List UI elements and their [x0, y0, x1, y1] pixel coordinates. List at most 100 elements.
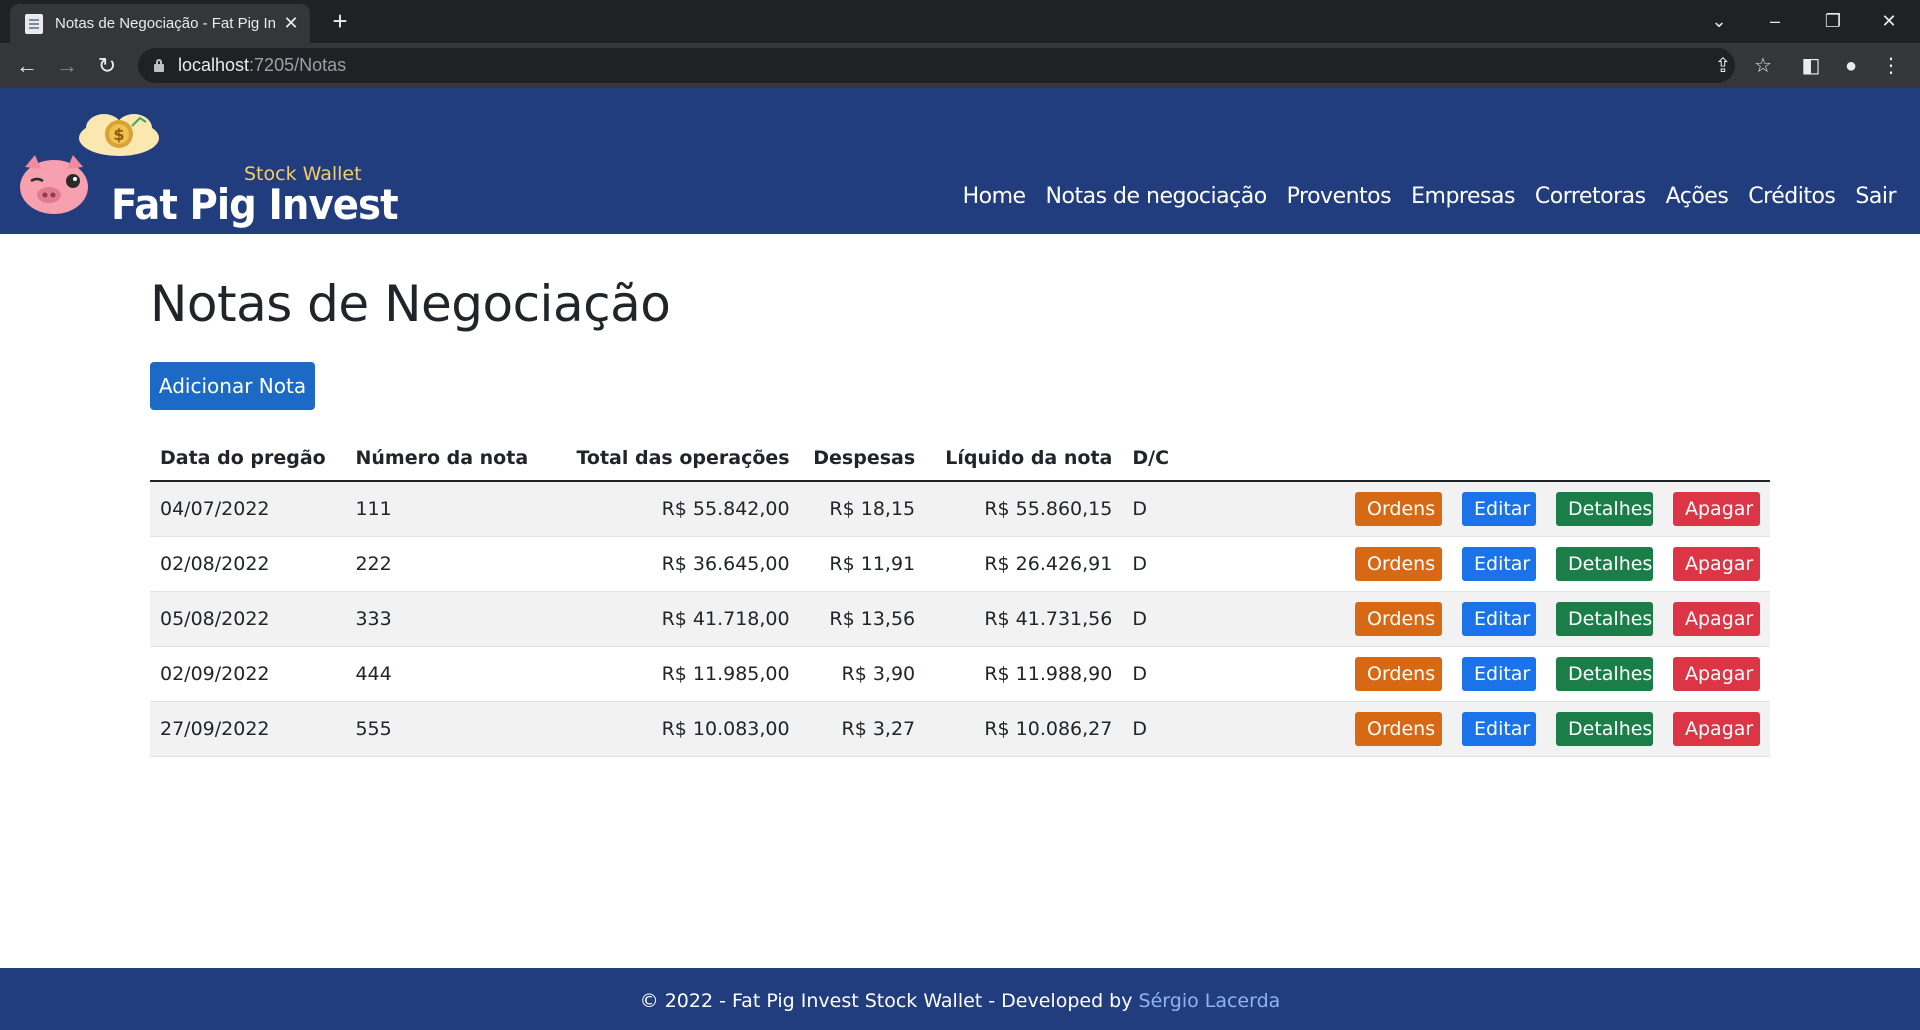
nav-item-home[interactable]: Home	[963, 184, 1026, 209]
nav-item-empresas[interactable]: Empresas	[1411, 184, 1515, 209]
edit-button[interactable]: Editar	[1462, 656, 1536, 691]
cell-liquido: R$ 55.860,15	[925, 481, 1123, 537]
cell-data: 02/08/2022	[150, 536, 346, 592]
ordens-button[interactable]: Ordens	[1355, 546, 1442, 581]
cell-numero: 444	[345, 646, 567, 702]
cell-data: 02/09/2022	[150, 646, 346, 702]
ordens-button[interactable]: Ordens	[1355, 491, 1442, 526]
nav-item-sair[interactable]: Sair	[1855, 184, 1896, 209]
cell-numero: 333	[345, 591, 567, 647]
profile-icon[interactable]: ●	[1836, 51, 1866, 81]
cell-total: R$ 11.985,00	[566, 646, 800, 702]
cell-actions: Ordens Editar Detalhes Apagar	[1205, 591, 1770, 647]
cell-liquido: R$ 26.426,91	[925, 536, 1123, 592]
tab-search-icon[interactable]: ⌄	[1696, 6, 1742, 36]
column-header-actions	[1205, 436, 1770, 482]
close-window-icon[interactable]: ✕	[1866, 6, 1912, 36]
add-note-button[interactable]: Adicionar Nota	[150, 362, 315, 410]
address-bar[interactable]: localhost:7205/Notas	[138, 48, 1735, 83]
main-menu: Home Notas de negociação Proventos Empre…	[963, 184, 1897, 209]
cell-total: R$ 10.083,00	[566, 701, 800, 757]
ordens-button[interactable]: Ordens	[1355, 656, 1442, 691]
browser-toolbar: ← → ↻ localhost:7205/Notas ⇪ ☆ ◧ ● ⋮	[0, 43, 1920, 88]
menu-kebab-icon[interactable]: ⋮	[1876, 51, 1906, 81]
reload-icon[interactable]: ↻	[92, 51, 122, 81]
notes-table: Data do pregão Número da nota Total das …	[150, 436, 1770, 757]
cell-despesas: R$ 3,90	[799, 646, 926, 702]
column-header-dc: D/C	[1122, 436, 1205, 482]
cell-data: 04/07/2022	[150, 481, 346, 537]
delete-button[interactable]: Apagar	[1673, 711, 1760, 746]
footer-text: © 2022 - Fat Pig Invest Stock Wallet - D…	[639, 990, 1139, 1012]
page-title: Notas de Negociação	[150, 275, 671, 333]
share-icon[interactable]: ⇪	[1708, 51, 1738, 81]
table-row: 27/09/2022 555 R$ 10.083,00 R$ 3,27 R$ 10.08…	[150, 701, 1770, 757]
app-navbar: $ Stock Wallet Fat Pig Invest Home Notas…	[0, 88, 1920, 234]
svg-text:$: $	[113, 125, 124, 144]
author-link[interactable]: Sérgio Lacerda	[1139, 990, 1281, 1012]
cell-dc: D	[1122, 481, 1205, 537]
cell-actions: Ordens Editar Detalhes Apagar	[1205, 701, 1770, 757]
edit-button[interactable]: Editar	[1462, 546, 1536, 581]
cell-actions: Ordens Editar Detalhes Apagar	[1205, 481, 1770, 537]
cell-dc: D	[1122, 701, 1205, 757]
ordens-button[interactable]: Ordens	[1355, 711, 1442, 746]
cell-despesas: R$ 13,56	[799, 591, 926, 647]
lock-icon[interactable]	[154, 59, 164, 72]
column-header-numero: Número da nota	[345, 436, 567, 482]
table-row: 05/08/2022 333 R$ 41.718,00 R$ 13,56 R$ 41.7…	[150, 591, 1770, 647]
nav-item-corretoras[interactable]: Corretoras	[1535, 184, 1646, 209]
details-button[interactable]: Detalhes	[1556, 656, 1653, 691]
pig-mascot-icon	[20, 155, 88, 214]
tab-title: Notas de Negociação - Fat Pig Invest	[55, 15, 275, 32]
nav-item-acoes[interactable]: Ações	[1666, 184, 1729, 209]
cell-despesas: R$ 11,91	[799, 536, 926, 592]
edit-button[interactable]: Editar	[1462, 601, 1536, 636]
cell-numero: 555	[345, 701, 567, 757]
cell-total: R$ 41.718,00	[566, 591, 800, 647]
cell-actions: Ordens Editar Detalhes Apagar	[1205, 646, 1770, 702]
brand-logo[interactable]: $ Stock Wallet Fat Pig Invest	[14, 106, 399, 229]
ordens-button[interactable]: Ordens	[1355, 601, 1442, 636]
details-button[interactable]: Detalhes	[1556, 546, 1653, 581]
page-favicon-icon	[25, 14, 43, 34]
forward-icon[interactable]: →	[52, 51, 82, 81]
delete-button[interactable]: Apagar	[1673, 601, 1760, 636]
column-header-total: Total das operações	[566, 436, 800, 482]
cell-data: 05/08/2022	[150, 591, 346, 647]
delete-button[interactable]: Apagar	[1673, 491, 1760, 526]
cell-despesas: R$ 18,15	[799, 481, 926, 537]
delete-button[interactable]: Apagar	[1673, 656, 1760, 691]
column-header-data: Data do pregão	[150, 436, 346, 482]
cell-dc: D	[1122, 536, 1205, 592]
brand-name: Fat Pig Invest	[111, 180, 399, 229]
minimize-icon[interactable]: –	[1752, 6, 1798, 36]
bookmark-star-icon[interactable]: ☆	[1748, 51, 1778, 81]
details-button[interactable]: Detalhes	[1556, 601, 1653, 636]
nav-item-creditos[interactable]: Créditos	[1748, 184, 1836, 209]
cell-liquido: R$ 11.988,90	[925, 646, 1123, 702]
cell-numero: 111	[345, 481, 567, 537]
cell-actions: Ordens Editar Detalhes Apagar	[1205, 536, 1770, 592]
new-tab-icon[interactable]: +	[326, 8, 354, 36]
details-button[interactable]: Detalhes	[1556, 491, 1653, 526]
table-row: 02/08/2022 222 R$ 36.645,00 R$ 11,91 R$ 26.4…	[150, 536, 1770, 592]
back-icon[interactable]: ←	[12, 51, 42, 81]
cell-total: R$ 55.842,00	[566, 481, 800, 537]
edit-button[interactable]: Editar	[1462, 491, 1536, 526]
column-header-liquido: Líquido da nota	[925, 436, 1123, 482]
side-panel-icon[interactable]: ◧	[1796, 51, 1826, 81]
edit-button[interactable]: Editar	[1462, 711, 1536, 746]
restore-icon[interactable]: ❐	[1810, 6, 1856, 36]
table-header-row: Data do pregão Número da nota Total das …	[150, 436, 1770, 482]
nav-item-notas[interactable]: Notas de negociação	[1046, 184, 1268, 209]
cell-liquido: R$ 41.731,56	[925, 591, 1123, 647]
cell-dc: D	[1122, 591, 1205, 647]
cell-liquido: R$ 10.086,27	[925, 701, 1123, 757]
nav-item-proventos[interactable]: Proventos	[1287, 184, 1392, 209]
delete-button[interactable]: Apagar	[1673, 546, 1760, 581]
details-button[interactable]: Detalhes	[1556, 711, 1653, 746]
table-row: 02/09/2022 444 R$ 11.985,00 R$ 3,90 R$ 11.98…	[150, 646, 1770, 702]
browser-tab[interactable]: Notas de Negociação - Fat Pig Invest ✕	[10, 4, 310, 43]
close-tab-icon[interactable]: ✕	[280, 12, 302, 34]
